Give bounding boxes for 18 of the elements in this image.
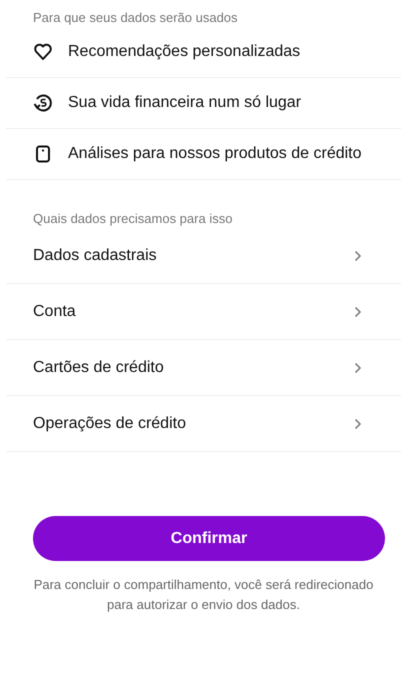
purpose-text: Sua vida financeira num só lugar <box>68 93 302 113</box>
confirm-button[interactable]: Confirmar <box>33 516 385 561</box>
chevron-right-icon <box>354 418 362 430</box>
section-heading: Quais dados precisamos para isso <box>32 210 234 228</box>
data-category-item[interactable]: Cartões de crédito <box>6 340 401 396</box>
footnote-text: Para concluir o compartilhamento, você será redirecionado para autorizar o envio dos dados. <box>34 576 374 614</box>
dollar-cycle-icon <box>33 93 53 113</box>
heart-icon <box>33 42 53 62</box>
phone-icon <box>33 144 53 164</box>
data-category-item[interactable]: Operações de crédito <box>6 396 401 452</box>
section-heading: Para que seus dados serão usados <box>32 9 239 27</box>
purpose-text: Recomendações personalizadas <box>68 42 300 62</box>
purpose-text: Análises para nossos produtos de crédito <box>68 144 362 164</box>
data-category-item[interactable]: Dados cadastrais <box>6 228 401 284</box>
chevron-right-icon <box>354 306 362 318</box>
chevron-right-icon <box>354 250 362 262</box>
data-category-item[interactable]: Conta <box>6 284 401 340</box>
chevron-right-icon <box>354 362 362 374</box>
